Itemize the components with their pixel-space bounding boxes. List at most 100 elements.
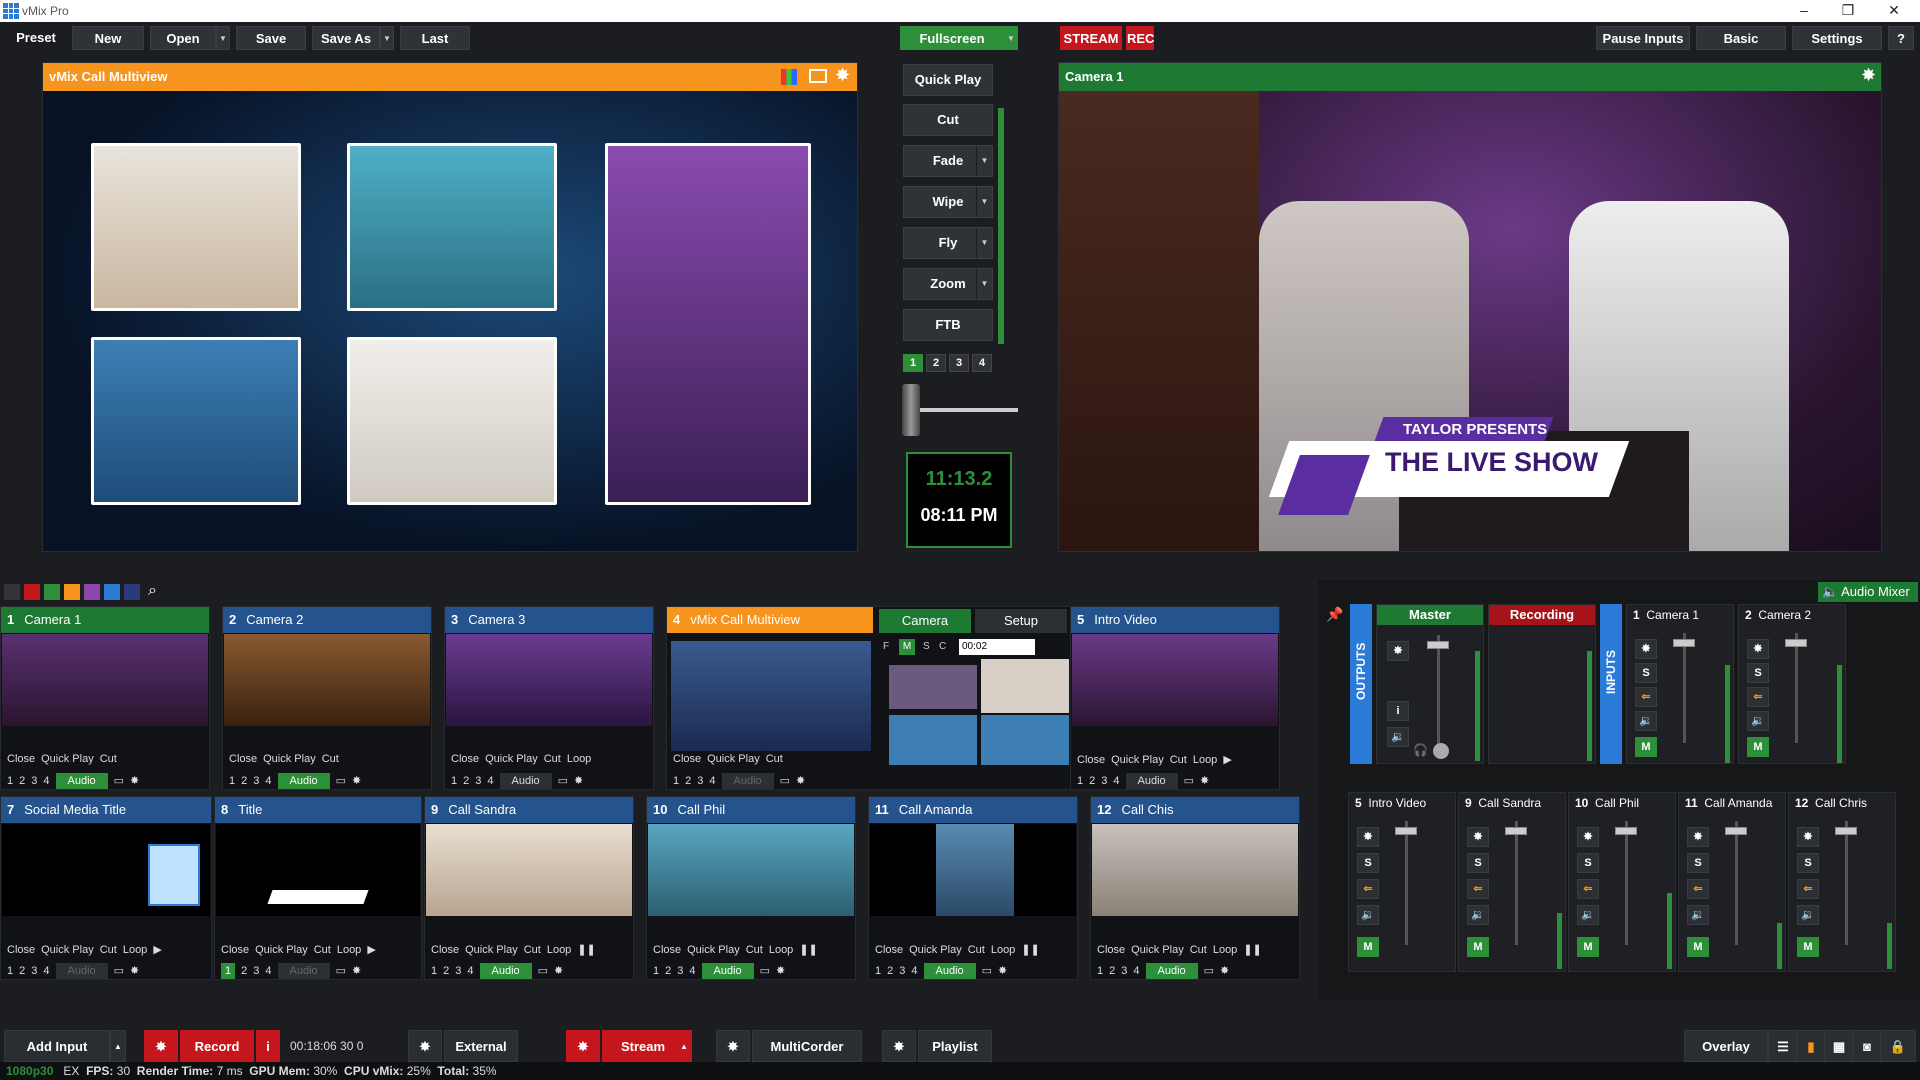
overlay-3-button[interactable]: 3 [677, 965, 683, 977]
wipe-button[interactable]: Wipe ▼ [903, 186, 993, 218]
overlay-4-button[interactable]: 4 [265, 775, 271, 787]
close-button[interactable]: Close [7, 944, 35, 956]
audio-button[interactable]: Audio [1145, 963, 1198, 979]
overlay-3-button[interactable]: 3 [899, 965, 905, 977]
call-flag-c[interactable]: C [939, 641, 946, 652]
mute-button[interactable]: M [1747, 737, 1769, 757]
channel-fader-knob[interactable] [1673, 639, 1695, 647]
wipe-dropdown-icon[interactable]: ▼ [976, 187, 992, 217]
overlay-2-button[interactable]: 2 [443, 965, 449, 977]
input-thumbnail[interactable] [648, 824, 854, 916]
settings-gear-icon[interactable]: ✸ [130, 774, 139, 787]
overlay-3-button[interactable]: 3 [31, 775, 37, 787]
input-thumbnail[interactable] [216, 824, 420, 916]
colour-filter-green[interactable] [44, 584, 60, 600]
fade-button[interactable]: Fade ▼ [903, 145, 993, 177]
multicorder-settings-gear-icon[interactable]: ✸ [716, 1030, 750, 1062]
quick-play-button[interactable]: Quick Play [263, 753, 316, 765]
stream-button[interactable]: Stream [602, 1030, 684, 1062]
channel-fader-knob[interactable] [1785, 639, 1807, 647]
settings-gear-icon[interactable]: ✸ [130, 964, 139, 977]
cut-button[interactable]: Cut [544, 753, 561, 765]
speaker-icon[interactable]: 🔉 [1357, 905, 1379, 925]
loop-button[interactable]: Loop [123, 944, 147, 956]
basic-button[interactable]: Basic [1696, 26, 1786, 50]
solo-button[interactable]: S [1357, 853, 1379, 873]
overlay-1-button[interactable]: 1 [7, 775, 13, 787]
search-icon[interactable]: ⌕ [148, 582, 157, 600]
overlay-2-button[interactable]: 2 [463, 775, 469, 787]
close-button[interactable]: Close [451, 753, 479, 765]
lock-icon[interactable]: 🔒 [1880, 1030, 1916, 1062]
loop-button[interactable]: Loop [337, 944, 361, 956]
audio-button[interactable]: Audio [701, 963, 754, 979]
camera-icon[interactable]: ◙ [1852, 1030, 1882, 1062]
audio-button[interactable]: Audio [277, 963, 330, 979]
grid-view-icon[interactable]: ▦ [1824, 1030, 1854, 1062]
colour-filter-red[interactable] [24, 584, 40, 600]
headphone-volume-knob[interactable] [1433, 743, 1449, 759]
overlay-button[interactable]: Overlay [1684, 1030, 1768, 1062]
input-tile-11[interactable]: 11 Call Amanda Close Quick Play Cut Loop ❚❚ 1… [868, 796, 1078, 980]
fade-dropdown-icon[interactable]: ▼ [976, 146, 992, 176]
zoom-button[interactable]: Zoom ▼ [903, 268, 993, 300]
overlay-4-button[interactable]: 4 [467, 965, 473, 977]
last-button[interactable]: Last [400, 26, 470, 50]
external-settings-gear-icon[interactable]: ✸ [408, 1030, 442, 1062]
settings-gear-icon[interactable]: ✸ [796, 774, 805, 787]
preview-settings-gear-icon[interactable]: ✸ [835, 65, 850, 86]
call-flag-m[interactable]: M [899, 639, 915, 655]
solo-button[interactable]: S [1467, 853, 1489, 873]
pin-icon[interactable]: 📌 [1326, 606, 1343, 623]
call-preview-thumb-3[interactable] [981, 715, 1069, 765]
output-icon[interactable]: ▭ [336, 774, 346, 787]
loop-button[interactable]: Loop [547, 944, 571, 956]
play-icon[interactable]: ▶ [367, 943, 375, 956]
cut-button[interactable]: Cut [314, 944, 331, 956]
input-thumbnail[interactable] [446, 634, 652, 726]
overlay-3-button[interactable]: 3 [455, 965, 461, 977]
input-tile-12[interactable]: 12 Call Chis Close Quick Play Cut Loop ❚❚ 123… [1090, 796, 1300, 980]
loop-button[interactable]: Loop [991, 944, 1015, 956]
overlay-2-button[interactable]: 2 [1109, 965, 1115, 977]
settings-gear-icon[interactable]: ✸ [776, 964, 785, 977]
colour-filter-navy[interactable] [124, 584, 140, 600]
help-button[interactable]: ? [1888, 26, 1914, 50]
solo-button[interactable]: S [1687, 853, 1709, 873]
fullscreen-dropdown-icon[interactable]: ▼ [1004, 26, 1018, 50]
add-input-dropdown-icon[interactable]: ▲ [110, 1030, 126, 1062]
output-icon[interactable]: ▭ [558, 774, 568, 787]
stream-settings-gear-icon[interactable]: ✸ [566, 1030, 600, 1062]
overlay-1-button[interactable]: 1 [229, 775, 235, 787]
solo-button[interactable]: S [1797, 853, 1819, 873]
channel-fader-knob[interactable] [1615, 827, 1637, 835]
input-thumbnail[interactable] [2, 634, 208, 726]
input-tile-1[interactable]: 1 Camera 1 Close Quick Play Cut 1 2 3 4 Audio ▭ ✸ [0, 606, 210, 790]
channel-settings-gear-icon[interactable]: ✸ [1635, 639, 1657, 659]
master-fader-knob[interactable] [1427, 641, 1449, 649]
bus-arrow-icon[interactable]: ⇐ [1797, 879, 1819, 899]
settings-gear-icon[interactable]: ✸ [554, 964, 563, 977]
stream-indicator-button[interactable]: STREAM [1060, 26, 1122, 50]
bus-arrow-icon[interactable]: ⇐ [1357, 879, 1379, 899]
playlist-settings-gear-icon[interactable]: ✸ [882, 1030, 916, 1062]
speaker-icon[interactable]: 🔉 [1467, 905, 1489, 925]
call-preview-thumb-1[interactable] [981, 659, 1069, 713]
speaker-icon[interactable]: 🔉 [1687, 905, 1709, 925]
open-button[interactable]: Open [150, 26, 216, 50]
fullscreen-button[interactable]: Fullscreen [900, 26, 1004, 50]
playlist-button[interactable]: Playlist [918, 1030, 992, 1062]
quick-play-button[interactable]: Quick Play [909, 944, 962, 956]
overlay-2-button[interactable]: 2 [241, 775, 247, 787]
output-icon[interactable]: ▭ [760, 964, 770, 977]
overlay-4-button[interactable]: 4 [487, 775, 493, 787]
input-thumbnail[interactable] [2, 824, 210, 916]
fullscreen-preview-icon[interactable] [809, 69, 827, 83]
overlay-2-button[interactable]: 2 [19, 965, 25, 977]
audio-button[interactable]: Audio [721, 773, 774, 789]
overlay-2-button[interactable]: 2 [1089, 775, 1095, 787]
quick-play-button[interactable]: Quick Play [41, 753, 94, 765]
overlay-1-button[interactable]: 1 [431, 965, 437, 977]
cut-button[interactable]: Cut [322, 753, 339, 765]
overlay-1-button[interactable]: 1 [875, 965, 881, 977]
